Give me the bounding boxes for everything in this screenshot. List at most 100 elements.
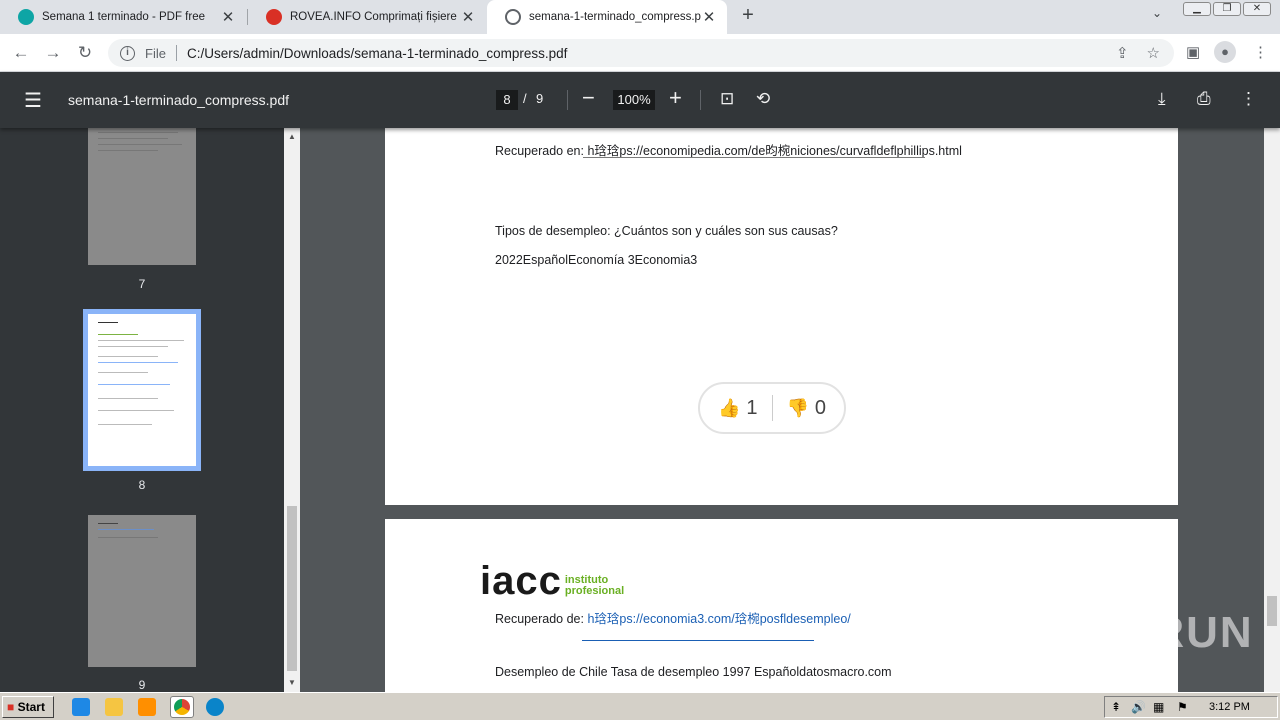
new-tab-button[interactable]: + (737, 4, 759, 30)
volume-icon[interactable]: 🔊 (1131, 700, 1146, 714)
globe-icon (505, 9, 521, 25)
profile-avatar-icon[interactable]: ● (1214, 41, 1236, 63)
tab-current-pdf[interactable]: semana-1-terminado_compress.pdf ✕ (487, 0, 727, 34)
minimize-window-button[interactable]: ▁ (1183, 2, 1211, 16)
thumbs-up-icon[interactable]: 👍 (718, 398, 740, 419)
more-options-icon[interactable]: ⋮ (1240, 89, 1257, 109)
thumb-line (98, 537, 158, 538)
start-label: Start (17, 700, 45, 714)
total-pages: 9 (536, 91, 544, 106)
logo-wordmark: iacc (480, 559, 562, 603)
back-arrow-icon[interactable]: ← (10, 42, 32, 64)
chrome-icon (174, 699, 190, 715)
windows-logo-icon: ■ (7, 700, 15, 714)
pdf-page-9: iacc instituto profesional Recuperado de:… (385, 519, 1178, 692)
folder-icon[interactable] (105, 698, 123, 716)
sidebar-scroll-thumb[interactable] (287, 506, 297, 671)
maximize-window-button[interactable]: ❐ (1213, 2, 1241, 16)
tab-pdf-free[interactable]: Semana 1 terminado - PDF free ✕ (0, 0, 246, 34)
close-window-button[interactable]: ✕ (1243, 2, 1271, 16)
upvote-count: 1 (746, 396, 758, 419)
system-tray: ⇞ 🔊 ▦ ⚑ 3:12 PM (1104, 696, 1278, 718)
chrome-menu-icon[interactable]: ⋮ (1253, 43, 1268, 61)
print-icon[interactable]: ⎙ (1197, 89, 1211, 109)
thumb-line (98, 138, 168, 139)
thumb-line (98, 362, 178, 363)
site-info-icon[interactable]: i (120, 45, 135, 61)
thumb-line (98, 346, 168, 347)
pdffree-favicon-icon (18, 9, 34, 25)
internet-explorer-icon[interactable] (72, 698, 90, 716)
tray-expand-icon[interactable]: ⇞ (1111, 700, 1121, 714)
thumb-logo (98, 322, 118, 323)
tab-rovea[interactable]: ROVEA.INFO Comprimați fișiere PDF ✕ (248, 0, 486, 34)
thumbnail-label: 8 (138, 478, 146, 492)
viewer-scroll-thumb[interactable] (1267, 596, 1277, 626)
edge-icon[interactable] (206, 698, 224, 716)
network-icon[interactable]: ▦ (1153, 700, 1164, 714)
tab-search-chevron-icon[interactable]: ⌄ (1152, 6, 1162, 20)
chrome-taskbar-button[interactable] (170, 696, 194, 718)
thumb-line (98, 424, 152, 425)
page-number-input[interactable]: 8 (496, 90, 518, 110)
logo-subtitle: instituto profesional (564, 574, 625, 597)
scroll-up-arrow-icon[interactable]: ▲ (288, 132, 296, 141)
thumb-line (98, 372, 148, 373)
share-icon[interactable]: ⇪ (1116, 44, 1129, 62)
zoom-in-icon[interactable]: + (669, 85, 682, 111)
thumbs-down-icon[interactable]: 👎 (787, 398, 809, 419)
media-player-icon[interactable] (138, 698, 156, 716)
pdf-toolbar: ☰ semana-1-terminado_compress.pdf 8 / 9 … (0, 72, 1280, 128)
thumb-line (98, 340, 184, 341)
hamburger-menu-icon[interactable]: ☰ (24, 88, 42, 113)
pdf-page-8: Recuperado en: h琀琀ps://economipedia.com/… (385, 128, 1178, 505)
bookmark-star-icon[interactable]: ☆ (1147, 44, 1160, 62)
fit-to-page-icon[interactable]: ⊡ (720, 89, 734, 109)
thumb-line (98, 334, 138, 335)
window-controls: ▁ ❐ ✕ (1183, 2, 1271, 16)
thumbnail-page-9[interactable] (88, 515, 196, 667)
thumbnail-page-7[interactable] (88, 128, 196, 265)
reload-icon[interactable]: ↻ (74, 42, 96, 64)
thumb-line (98, 410, 174, 411)
source-meta-text: 2022EspañolEconomía 3Economia3 (495, 253, 698, 267)
zoom-out-icon[interactable]: − (582, 85, 595, 111)
thumbnail-label: 7 (138, 277, 146, 291)
browser-window: Semana 1 terminado - PDF free ✕ ROVEA.IN… (0, 0, 1280, 720)
pdf-filename: semana-1-terminado_compress.pdf (68, 92, 289, 108)
tab-title: semana-1-terminado_compress.pdf (529, 11, 701, 23)
toolbar-divider (700, 90, 701, 110)
thumbnail-sidebar: 7 8 9 (0, 128, 284, 692)
tipos-desempleo-text: Tipos de desempleo: ¿Cuántos son y cuále… (495, 224, 838, 238)
tab-title: ROVEA.INFO Comprimați fișiere PDF (290, 11, 460, 23)
close-tab-icon[interactable]: ✕ (220, 8, 236, 26)
clock: 3:12 PM (1209, 701, 1250, 713)
downvote-count: 0 (814, 396, 827, 419)
omnibox-separator (175, 45, 177, 61)
thumbnail-label: 9 (138, 678, 146, 692)
thumb-line (98, 356, 158, 357)
sidebar-scrollbar[interactable]: ▲ ▼ (284, 128, 300, 692)
vote-widget: 👍 1 👎 0 (698, 382, 846, 434)
zoom-level-input[interactable]: 100% (613, 90, 655, 110)
side-panel-icon[interactable]: ▣ (1186, 43, 1200, 61)
link-underline (583, 157, 925, 158)
download-icon[interactable]: ⤓ (1158, 89, 1166, 109)
thumb-line (98, 384, 170, 385)
start-button[interactable]: ■ Start (2, 696, 54, 718)
viewer-scrollbar[interactable] (1264, 128, 1280, 692)
thumbnail-page-8[interactable] (83, 309, 201, 471)
link-underline (582, 640, 814, 641)
close-tab-icon[interactable]: ✕ (701, 8, 717, 26)
vote-separator (771, 395, 773, 421)
flag-icon[interactable]: ⚑ (1177, 700, 1188, 714)
omnibox[interactable]: i File C:/Users/admin/Downloads/semana-1… (108, 39, 1174, 67)
close-tab-icon[interactable]: ✕ (460, 8, 476, 26)
recuperado-url[interactable]: h琀琀ps://economia3.com/琀椀posfldesempleo/ (587, 612, 850, 626)
recuperado-prefix: Recuperado de: (495, 612, 588, 626)
rotate-icon[interactable]: ⟲ (756, 89, 770, 109)
toolbar-divider (567, 90, 568, 110)
url-text[interactable]: C:/Users/admin/Downloads/semana-1-termin… (187, 46, 567, 61)
scroll-down-arrow-icon[interactable]: ▼ (288, 678, 296, 687)
forward-arrow-icon[interactable]: → (42, 42, 64, 64)
